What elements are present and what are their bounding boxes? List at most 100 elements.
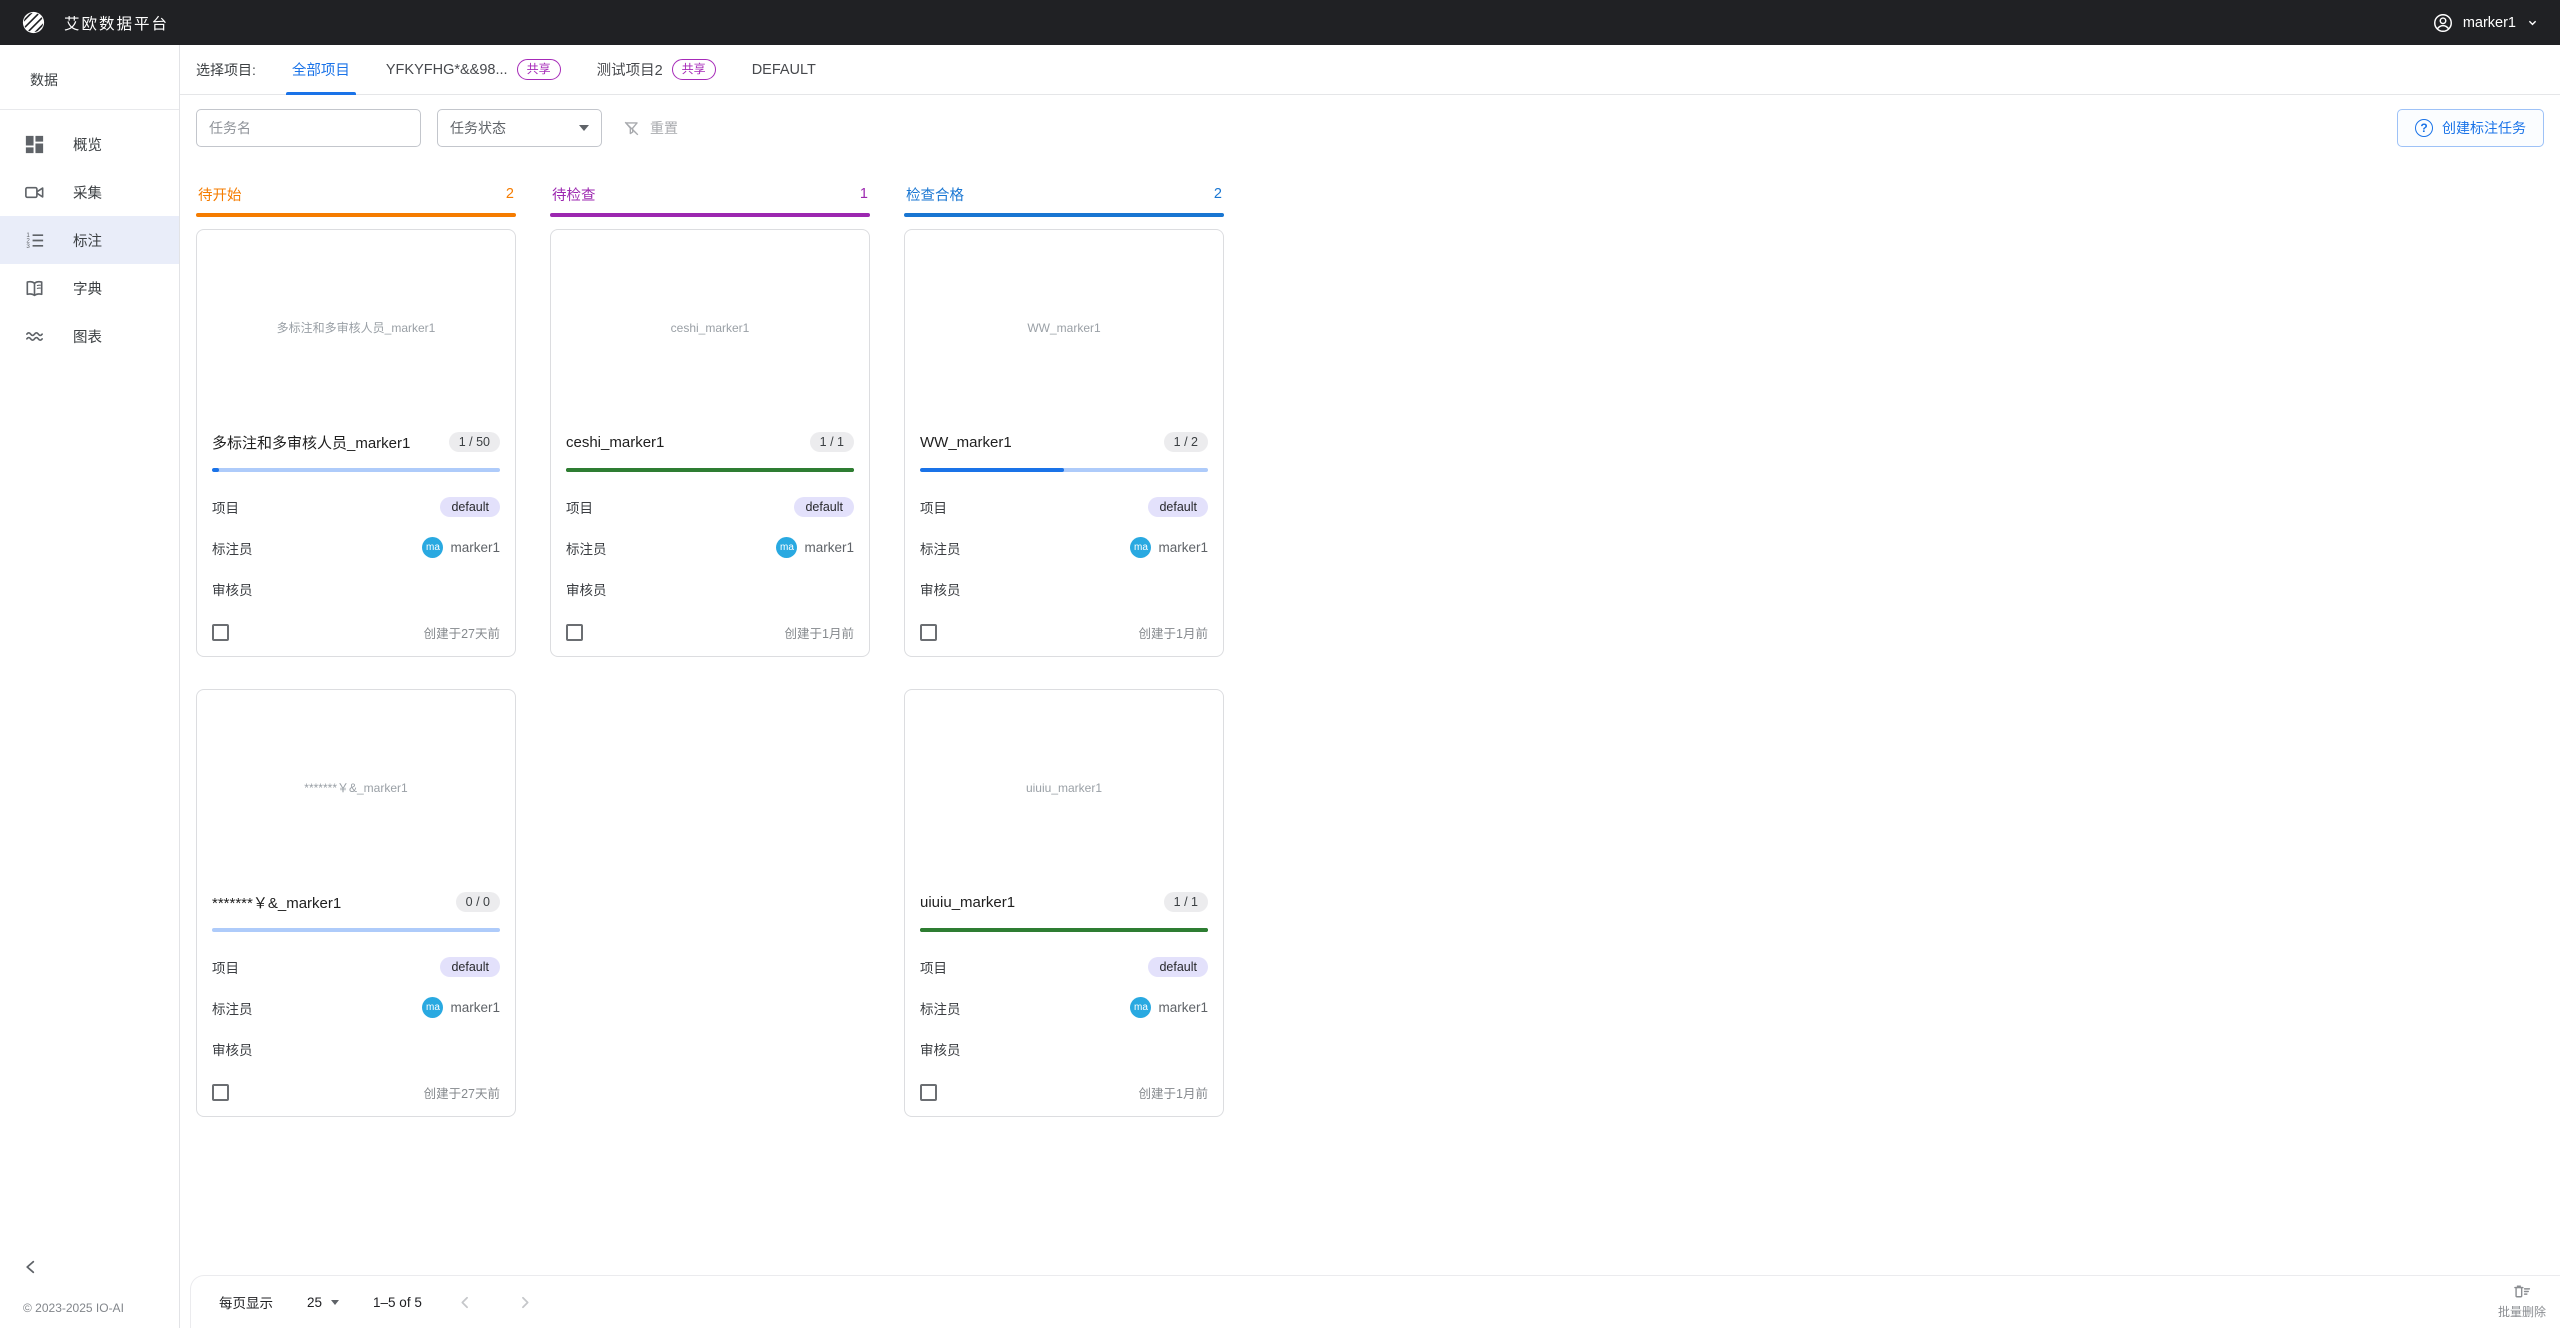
delete-sweep-icon bbox=[2511, 1281, 2532, 1302]
project-label: 项目 bbox=[920, 957, 947, 977]
rows-per-page-value: 25 bbox=[307, 1295, 322, 1310]
batch-delete-button[interactable]: 批量删除 bbox=[2498, 1281, 2546, 1320]
share-badge: 共享 bbox=[672, 59, 716, 80]
annotator-name: marker1 bbox=[450, 1000, 500, 1015]
task-progress-bar bbox=[920, 468, 1208, 472]
task-checkbox[interactable] bbox=[920, 1084, 937, 1101]
sidebar-item-label: 字典 bbox=[73, 278, 102, 299]
reviewer-label: 审核员 bbox=[920, 579, 961, 599]
previous-page-icon[interactable] bbox=[456, 1293, 475, 1312]
project-chip: default bbox=[440, 957, 500, 977]
column-count: 2 bbox=[506, 186, 514, 202]
task-created: 创建于1月前 bbox=[1139, 1083, 1208, 1102]
task-checkbox[interactable] bbox=[212, 1084, 229, 1101]
column-title: 待开始 bbox=[198, 184, 242, 205]
kanban-board: 待开始 2 多标注和多审核人员_marker1 多标注和多审核人员_marker… bbox=[180, 159, 2560, 1275]
footer-bar: 每页显示 25 1–5 of 5 批量删除 bbox=[190, 1275, 2560, 1328]
task-preview: uiuiu_marker1 bbox=[905, 690, 1223, 885]
sidebar-section-label: 数据 bbox=[0, 45, 179, 109]
annotator-label: 标注员 bbox=[212, 538, 253, 558]
task-progress-bar bbox=[920, 928, 1208, 932]
task-card[interactable]: ceshi_marker1 ceshi_marker1 1 / 1 bbox=[550, 229, 870, 657]
project-label: 项目 bbox=[212, 497, 239, 517]
task-title: WW_marker1 bbox=[920, 434, 1012, 451]
annotator-name: marker1 bbox=[450, 540, 500, 555]
app-title: 艾欧数据平台 bbox=[64, 12, 169, 34]
task-card[interactable]: WW_marker1 WW_marker1 1 / 2 bbox=[904, 229, 1224, 657]
column-color-bar bbox=[904, 213, 1224, 217]
sidebar-item-charts[interactable]: 图表 bbox=[0, 312, 179, 360]
sidebar-item-dictionary[interactable]: 字典 bbox=[0, 264, 179, 312]
create-button-label: 创建标注任务 bbox=[2442, 118, 2526, 138]
task-progress-bar bbox=[212, 468, 500, 472]
project-tab-bar: 选择项目: 全部项目 YFKYFHG*&&98... 共享 测试项目2 共享 D… bbox=[180, 45, 2560, 95]
tab-project-yfkyfhg[interactable]: YFKYFHG*&&98... 共享 bbox=[386, 45, 561, 94]
avatar: ma bbox=[776, 537, 797, 558]
task-progress-count: 1 / 1 bbox=[1164, 892, 1208, 912]
sidebar-item-label: 概览 bbox=[73, 134, 102, 155]
task-created: 创建于27天前 bbox=[424, 623, 500, 642]
collapse-sidebar-icon[interactable] bbox=[22, 1258, 40, 1276]
project-chip: default bbox=[440, 497, 500, 517]
list-numbered-icon: 123 bbox=[23, 229, 46, 252]
task-card[interactable]: *******￥&_marker1 *******￥&_marker1 0 / … bbox=[196, 689, 516, 1117]
column-count: 2 bbox=[1214, 186, 1222, 202]
column-title: 检查合格 bbox=[906, 184, 964, 205]
create-annotation-task-button[interactable]: 创建标注任务 bbox=[2397, 109, 2544, 147]
task-checkbox[interactable] bbox=[212, 624, 229, 641]
top-bar: 艾欧数据平台 marker1 bbox=[0, 0, 2560, 45]
account-icon bbox=[2432, 12, 2454, 34]
sidebar: 数据 概览 采集 123 bbox=[0, 45, 180, 1328]
annotator-name: marker1 bbox=[1158, 540, 1208, 555]
task-name-input[interactable] bbox=[196, 109, 421, 147]
tab-label: DEFAULT bbox=[752, 62, 816, 78]
annotator-name: marker1 bbox=[804, 540, 854, 555]
user-menu[interactable]: marker1 bbox=[2432, 12, 2540, 34]
reset-filters-button[interactable]: 重置 bbox=[622, 118, 678, 138]
filter-bar: 任务状态 重置 创建标注任务 bbox=[180, 95, 2560, 159]
avatar: ma bbox=[422, 997, 443, 1018]
column-checking: 待检查 1 ceshi_marker1 ceshi_marker1 1 / 1 bbox=[550, 181, 870, 1275]
sidebar-item-label: 图表 bbox=[73, 326, 102, 347]
sidebar-item-overview[interactable]: 概览 bbox=[0, 120, 179, 168]
tab-project-test2[interactable]: 测试项目2 共享 bbox=[597, 45, 716, 94]
column-passed: 检查合格 2 WW_marker1 WW_marker1 1 / 2 bbox=[904, 181, 1224, 1275]
tab-project-default[interactable]: DEFAULT bbox=[752, 45, 816, 94]
task-card[interactable]: 多标注和多审核人员_marker1 多标注和多审核人员_marker1 1 / … bbox=[196, 229, 516, 657]
task-checkbox[interactable] bbox=[566, 624, 583, 641]
task-title: ceshi_marker1 bbox=[566, 434, 664, 451]
project-select-label: 选择项目: bbox=[196, 60, 256, 80]
task-progress-fill bbox=[920, 928, 1208, 932]
task-progress-fill bbox=[920, 468, 1064, 472]
tab-all-projects[interactable]: 全部项目 bbox=[292, 45, 350, 94]
task-title: 多标注和多审核人员_marker1 bbox=[212, 432, 410, 453]
pagination-range: 1–5 of 5 bbox=[373, 1295, 422, 1310]
task-status-select[interactable]: 任务状态 bbox=[437, 109, 602, 147]
task-preview: WW_marker1 bbox=[905, 230, 1223, 425]
annotator-label: 标注员 bbox=[920, 538, 961, 558]
project-chip: default bbox=[794, 497, 854, 517]
tab-label: 全部项目 bbox=[292, 59, 350, 80]
reviewer-label: 审核员 bbox=[212, 579, 253, 599]
task-created: 创建于1月前 bbox=[785, 623, 854, 642]
app-logo-icon bbox=[20, 9, 47, 36]
avatar: ma bbox=[1130, 997, 1151, 1018]
project-label: 项目 bbox=[920, 497, 947, 517]
reviewer-label: 审核员 bbox=[920, 1039, 961, 1059]
user-name: marker1 bbox=[2463, 15, 2516, 31]
task-preview: ceshi_marker1 bbox=[551, 230, 869, 425]
task-card[interactable]: uiuiu_marker1 uiuiu_marker1 1 / 1 bbox=[904, 689, 1224, 1117]
project-label: 项目 bbox=[566, 497, 593, 517]
column-title: 待检查 bbox=[552, 184, 596, 205]
next-page-icon[interactable] bbox=[515, 1293, 534, 1312]
column-color-bar bbox=[550, 213, 870, 217]
task-checkbox[interactable] bbox=[920, 624, 937, 641]
rows-per-page-select[interactable]: 25 bbox=[307, 1295, 339, 1310]
rows-per-page-label: 每页显示 bbox=[219, 1292, 273, 1312]
sidebar-item-collect[interactable]: 采集 bbox=[0, 168, 179, 216]
dashboard-icon bbox=[23, 133, 46, 156]
sidebar-item-annotate[interactable]: 123 标注 bbox=[0, 216, 179, 264]
tab-label: YFKYFHG*&&98... bbox=[386, 62, 508, 78]
tab-label: 测试项目2 bbox=[597, 59, 663, 80]
waves-icon bbox=[23, 325, 46, 348]
